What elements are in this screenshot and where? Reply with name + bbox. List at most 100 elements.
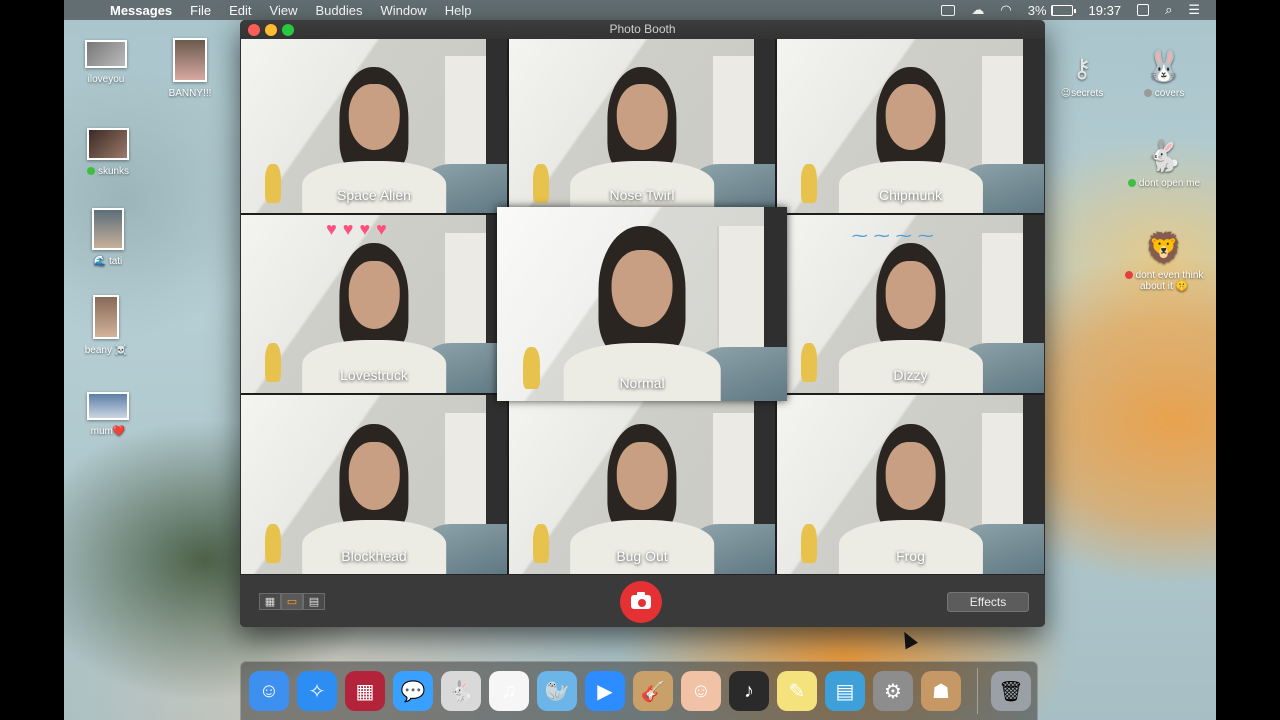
menu-app-name[interactable]: Messages [110,3,172,18]
bunny-icon: 🐰 [1145,50,1183,83]
camera-icon [631,592,651,609]
notification-center-icon[interactable]: ☰ [1188,2,1200,18]
effect-tile-nose-twirl[interactable]: Nose Twirl [509,39,775,213]
mouse-cursor-icon [898,628,918,650]
effects-button[interactable]: Effects [947,592,1029,612]
effect-label: Normal [619,375,665,391]
desktop-icon-label: skunks [97,166,130,177]
window-title: Photo Booth [609,22,676,36]
desktop-icon-label: beany ☠️ [84,345,128,356]
rabbit-icon: 🐇 [1145,140,1183,173]
system-preferences-icon[interactable]: ⚙ [873,671,913,711]
effect-label: Lovestruck [340,367,408,383]
desktop-icon-label: dont open me [1138,178,1201,189]
effect-tile-lovestruck[interactable]: ♥♥♥♥ Lovestruck [241,215,507,393]
contacts-icon[interactable]: ☗ [921,671,961,711]
desktop-icon-thumbnail [85,40,127,68]
desktop-icon-emoji: 😉 [1060,88,1072,99]
take-photo-button[interactable] [620,581,662,623]
spotlight-search-icon[interactable]: ⌕ [1165,2,1172,18]
desktop-icon-label: covers [1154,88,1185,99]
desktop-icon-label: tati [108,256,123,267]
trash-icon[interactable]: 🗑 [991,671,1031,711]
desktop-icon-emoji: 🌊 [93,256,107,267]
desktop-icon-label: BANNY!!! [168,88,212,99]
desktop-icon-thumbnail [93,295,119,339]
menubar-clock[interactable]: 19:37 [1089,3,1122,18]
itunes-icon[interactable]: ♫ [489,671,529,711]
effect-label: Bug Out [616,548,668,564]
desktop-icon-thumbnail [87,128,129,160]
desktop-icon-tati[interactable]: 🌊 tati [66,208,150,267]
strip-view-icon[interactable]: ▤ [303,593,325,610]
minimize-button[interactable] [265,24,277,36]
desktop: Messages File Edit View Buddies Window H… [64,0,1216,720]
menu-help[interactable]: Help [445,3,472,18]
effects-grid: Space Alien Nose Twirl Chipmunk ♥♥♥♥ Lov… [241,39,1044,574]
effect-tile-dizzy[interactable]: ⁓⁓⁓⁓ Dizzy [777,215,1044,393]
desktop-icon-mum[interactable]: mum❤️ [66,392,150,437]
close-button[interactable] [248,24,260,36]
app3-icon[interactable]: ☺ [681,671,721,711]
app2-icon[interactable]: 🦭 [537,671,577,711]
tag-dot [1127,179,1136,187]
effect-tile-space-alien[interactable]: Space Alien [241,39,507,213]
wifi-icon[interactable]: ◠ [1000,2,1011,18]
birds-overlay-icon: ⁓⁓⁓⁓ [851,227,940,245]
preview-icon[interactable]: ▤ [825,671,865,711]
menubar: Messages File Edit View Buddies Window H… [64,0,1216,20]
menu-buddies[interactable]: Buddies [315,3,362,18]
battery-status[interactable]: 3% [1028,3,1076,18]
zoom-icon[interactable]: ▶ [585,671,625,711]
key-icon: ⚷ [1072,53,1092,83]
stickies-icon[interactable]: ✎ [777,671,817,711]
desktop-icon-label: secrets [1071,88,1104,99]
effect-label: Dizzy [893,367,928,383]
lion-icon: 🦁 [1145,232,1183,265]
desktop-icon-secrets[interactable]: ⚷ 😉secrets [1040,40,1124,99]
desktop-icon-skunks[interactable]: skunks [66,128,150,177]
hearts-overlay-icon: ♥♥♥♥ [326,218,393,239]
creative-cloud-icon[interactable]: ☁ [971,2,984,18]
photo-booth-icon[interactable]: ▦ [345,671,385,711]
effect-label: Chipmunk [878,187,943,203]
menu-view[interactable]: View [270,3,298,18]
view-mode-selector: ▦ ▭ ▤ [259,593,325,610]
menu-file[interactable]: File [190,3,211,18]
safari-icon[interactable]: ✧ [297,671,337,711]
effect-label: Blockhead [341,548,407,564]
effect-tile-blockhead[interactable]: Blockhead [241,395,507,574]
single-view-icon[interactable]: ▭ [281,593,303,610]
screen-record-icon[interactable] [941,4,956,16]
effect-tile-bug-out[interactable]: Bug Out [509,395,775,574]
desktop-icon-thumbnail [92,208,124,250]
app-icon[interactable]: 🐇 [441,671,481,711]
effect-tile-frog[interactable]: Frog [777,395,1044,574]
desktop-icon-covers[interactable]: 🐰 covers [1122,40,1206,99]
window-titlebar[interactable]: Photo Booth [240,20,1045,39]
desktop-icon-beany[interactable]: beany ☠️ [64,295,148,356]
finder-icon[interactable]: ☺ [249,671,289,711]
desktop-icon-banny[interactable]: BANNY!!! [148,38,232,99]
dock-separator [977,668,978,714]
messages-icon[interactable]: 💬 [393,671,433,711]
desktop-icon-iloveyou[interactable]: iloveyou [64,40,148,85]
effect-tile-chipmunk[interactable]: Chipmunk [777,39,1044,213]
effect-tile-normal[interactable]: Normal [497,207,787,401]
desktop-icon-dont-even-think[interactable]: 🦁 dont even think about it 🤫 [1114,222,1214,292]
photo-booth-toolbar: ▦ ▭ ▤ Effects [240,574,1045,627]
photo-booth-window: Photo Booth Space Alien Nose Twirl Chipm… [240,20,1045,627]
menu-edit[interactable]: Edit [229,3,251,18]
menu-window[interactable]: Window [380,3,426,18]
effect-label: Space Alien [337,187,411,203]
zoom-button[interactable] [282,24,294,36]
battery-icon [1050,4,1076,16]
desktop-icon-dont-open-me[interactable]: 🐇 dont open me [1122,130,1206,189]
effect-label: Frog [896,548,925,564]
garageband-icon[interactable]: 🎸 [633,671,673,711]
dock: ☺ ✧ ▦ 💬 🐇 ♫ 🦭 ▶ 🎸 ☺ ♪ ✎ ▤ ⚙ ☗ 🗑 [240,661,1038,720]
grid-view-icon[interactable]: ▦ [259,593,281,610]
calendar-icon[interactable] [1137,4,1150,16]
app4-icon[interactable]: ♪ [729,671,769,711]
tag-dot [86,167,95,175]
